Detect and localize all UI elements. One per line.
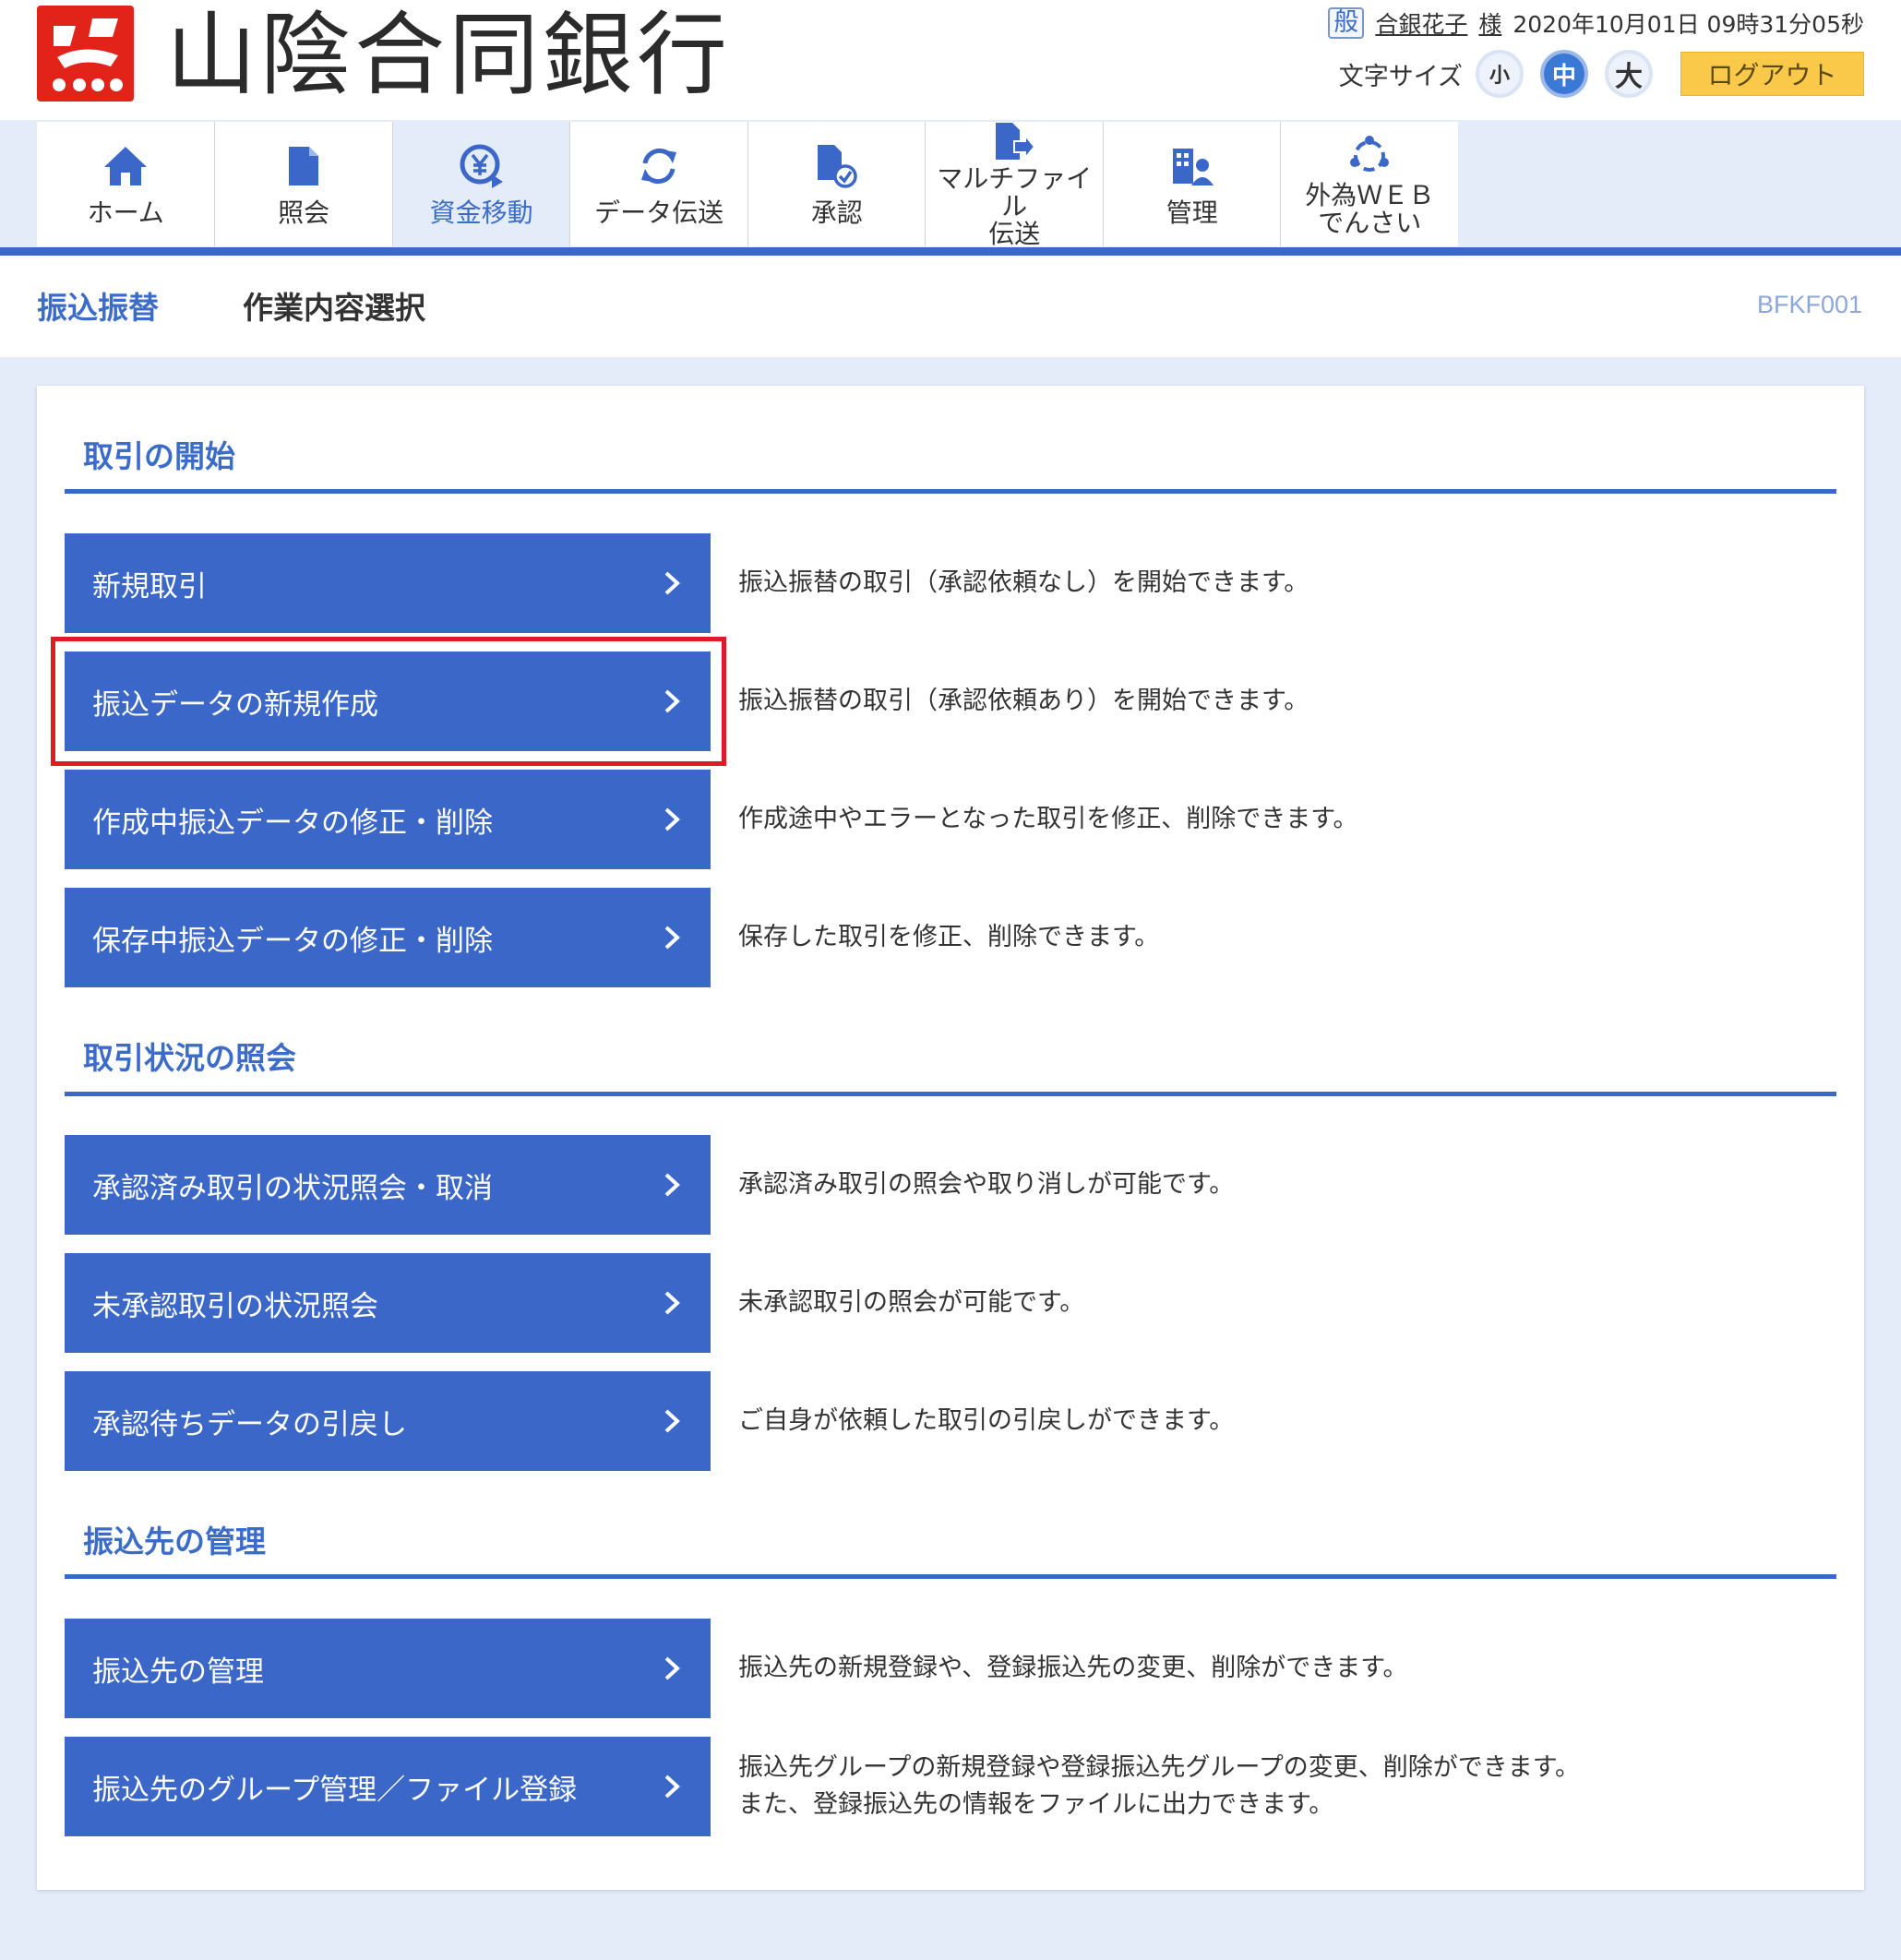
nav-management[interactable]: 管理 [1102,122,1281,246]
menu-description: ご自身が依頼した取引の引戻しができます。 [738,1406,1235,1435]
nav-underline [0,247,1901,256]
menu-button-label: 作成中振込データの修正・削除 [92,806,493,839]
nav-multi-file-label-1: マルチファイル [937,162,1093,221]
approved-status-inquiry-button[interactable]: 承認済み取引の状況照会・取消 [65,1135,711,1235]
chevron-right-icon [664,1291,680,1315]
main-nav: ホーム 照会 資金移動 データ伝送 承認 マルチファイル 伝送 管理 外為ＷＥＢ… [37,121,1458,249]
menu-description: 振込振替の取引（承認依頼あり）を開始できます。 [738,687,1309,715]
nav-home[interactable]: ホーム [37,122,215,246]
logout-button[interactable]: ログアウト [1680,52,1864,96]
file-send-icon [990,121,1038,163]
font-size-controls: 文字サイズ 小 中 大 ログアウト [1339,46,1864,102]
nav-forex-web-label-1: 外為ＷＥＢ [1305,179,1435,210]
edit-draft-transfer-button[interactable]: 作成中振込データの修正・削除 [65,770,711,869]
nav-forex-web-label-2: でんさい [1318,207,1422,238]
nav-fund-transfer-label: 資金移動 [429,197,533,228]
nav-inquiry[interactable]: 照会 [214,122,392,246]
login-datetime: 2020年10月01日 09時31分05秒 [1512,11,1864,38]
menu-button-label: 振込先の管理 [92,1655,264,1688]
chevron-right-icon [664,1775,680,1799]
menu-button-label: 承認済み取引の状況照会・取消 [92,1171,493,1204]
create-transfer-data-button[interactable]: 振込データの新規作成 [65,651,711,751]
nav-management-label: 管理 [1166,197,1218,228]
management-icon [1168,142,1216,190]
chevron-right-icon [664,1409,680,1433]
nav-fund-transfer[interactable]: 資金移動 [391,122,570,246]
font-size-medium-button[interactable]: 中 [1540,50,1588,98]
header: 山陰合同銀行 般 合銀花子 様 2020年10月01日 09時31分05秒 文字… [0,0,1901,120]
nav-forex-web[interactable]: 外為ＷＥＢ でんさい [1280,122,1458,246]
chevron-right-icon [664,571,680,595]
nav-approval-label: 承認 [810,197,863,228]
new-transaction-button[interactable]: 新規取引 [65,533,711,633]
menu-description: 承認済み取引の照会や取り消しが可能です。 [738,1170,1235,1199]
font-size-small-button[interactable]: 小 [1476,50,1524,98]
menu-button-label: 振込先のグループ管理／ファイル登録 [92,1773,578,1806]
title-bar: 振込振替 作業内容選択 BFKF001 [0,256,1901,357]
section-divider [65,1574,1836,1579]
payee-management-button[interactable]: 振込先の管理 [65,1619,711,1718]
font-size-large-button[interactable]: 大 [1605,50,1653,98]
chevron-right-icon [664,926,680,950]
page-title: 振込振替 [37,290,159,326]
menu-button-label: 振込データの新規作成 [92,687,378,721]
nav-multi-file[interactable]: マルチファイル 伝送 [925,121,1103,249]
section-title-start: 取引の開始 [83,438,235,474]
section-title-status: 取引状況の照会 [83,1040,296,1076]
menu-button-label: 未承認取引の状況照会 [92,1289,378,1322]
bank-logo [37,6,134,102]
yen-transfer-icon [458,142,506,190]
chevron-right-icon [664,689,680,713]
menu-description: 保存した取引を修正、削除できます。 [738,923,1160,951]
user-name-link[interactable]: 合銀花子 [1375,6,1467,40]
section-divider [65,1092,1836,1096]
menu-description: 振込先グループの新規登録や登録振込先グループの変更、削除ができます。 また、登録… [738,1750,1580,1823]
home-icon [102,142,149,190]
approve-icon [813,142,861,190]
nav-data-transmission[interactable]: データ伝送 [569,122,747,246]
section-title-payee: 振込先の管理 [83,1524,266,1560]
pullback-pending-data-button[interactable]: 承認待ちデータの引戻し [65,1371,711,1471]
sync-icon [635,142,683,190]
forex-icon [1345,132,1393,180]
menu-description-line: また、登録振込先の情報をファイルに出力できます。 [738,1790,1334,1819]
payee-group-file-button[interactable]: 振込先のグループ管理／ファイル登録 [65,1737,711,1836]
nav-approval[interactable]: 承認 [747,122,926,246]
menu-button-label: 承認待ちデータの引戻し [92,1407,407,1440]
page-subtitle: 作業内容選択 [243,290,425,326]
screen-id: BFKF001 [1756,291,1862,318]
menu-description: 未承認取引の照会が可能です。 [738,1288,1085,1317]
bank-name: 山陰合同銀行 [166,3,732,108]
nav-multi-file-label-2: 伝送 [988,218,1041,249]
chevron-right-icon [664,1656,680,1680]
menu-button-label: 保存中振込データの修正・削除 [92,924,493,957]
menu-description: 振込振替の取引（承認依頼なし）を開始できます。 [738,568,1309,597]
section-divider [65,489,1836,494]
nav-inquiry-label: 照会 [278,197,330,228]
menu-description-line: 振込先グループの新規登録や登録振込先グループの変更、削除ができます。 [738,1753,1581,1782]
menu-description: 作成途中やエラーとなった取引を修正、削除できます。 [738,805,1358,833]
menu-panel: 取引の開始 新規取引 振込振替の取引（承認依頼なし）を開始できます。 振込データ… [37,386,1864,1890]
role-badge: 般 [1328,7,1365,39]
edit-saved-transfer-button[interactable]: 保存中振込データの修正・削除 [65,888,711,987]
document-icon [280,142,328,190]
chevron-right-icon [664,1173,680,1197]
nav-home-label: ホーム [87,197,164,228]
font-size-label: 文字サイズ [1338,62,1463,91]
nav-data-transmission-label: データ伝送 [594,197,724,228]
user-info: 般 合銀花子 様 2020年10月01日 09時31分05秒 [1328,6,1864,41]
chevron-right-icon [664,807,680,831]
honorific: 様 [1478,11,1502,38]
menu-button-label: 新規取引 [92,569,207,603]
unapproved-status-inquiry-button[interactable]: 未承認取引の状況照会 [65,1253,711,1353]
menu-description: 振込先の新規登録や、登録振込先の変更、削除ができます。 [738,1654,1408,1682]
